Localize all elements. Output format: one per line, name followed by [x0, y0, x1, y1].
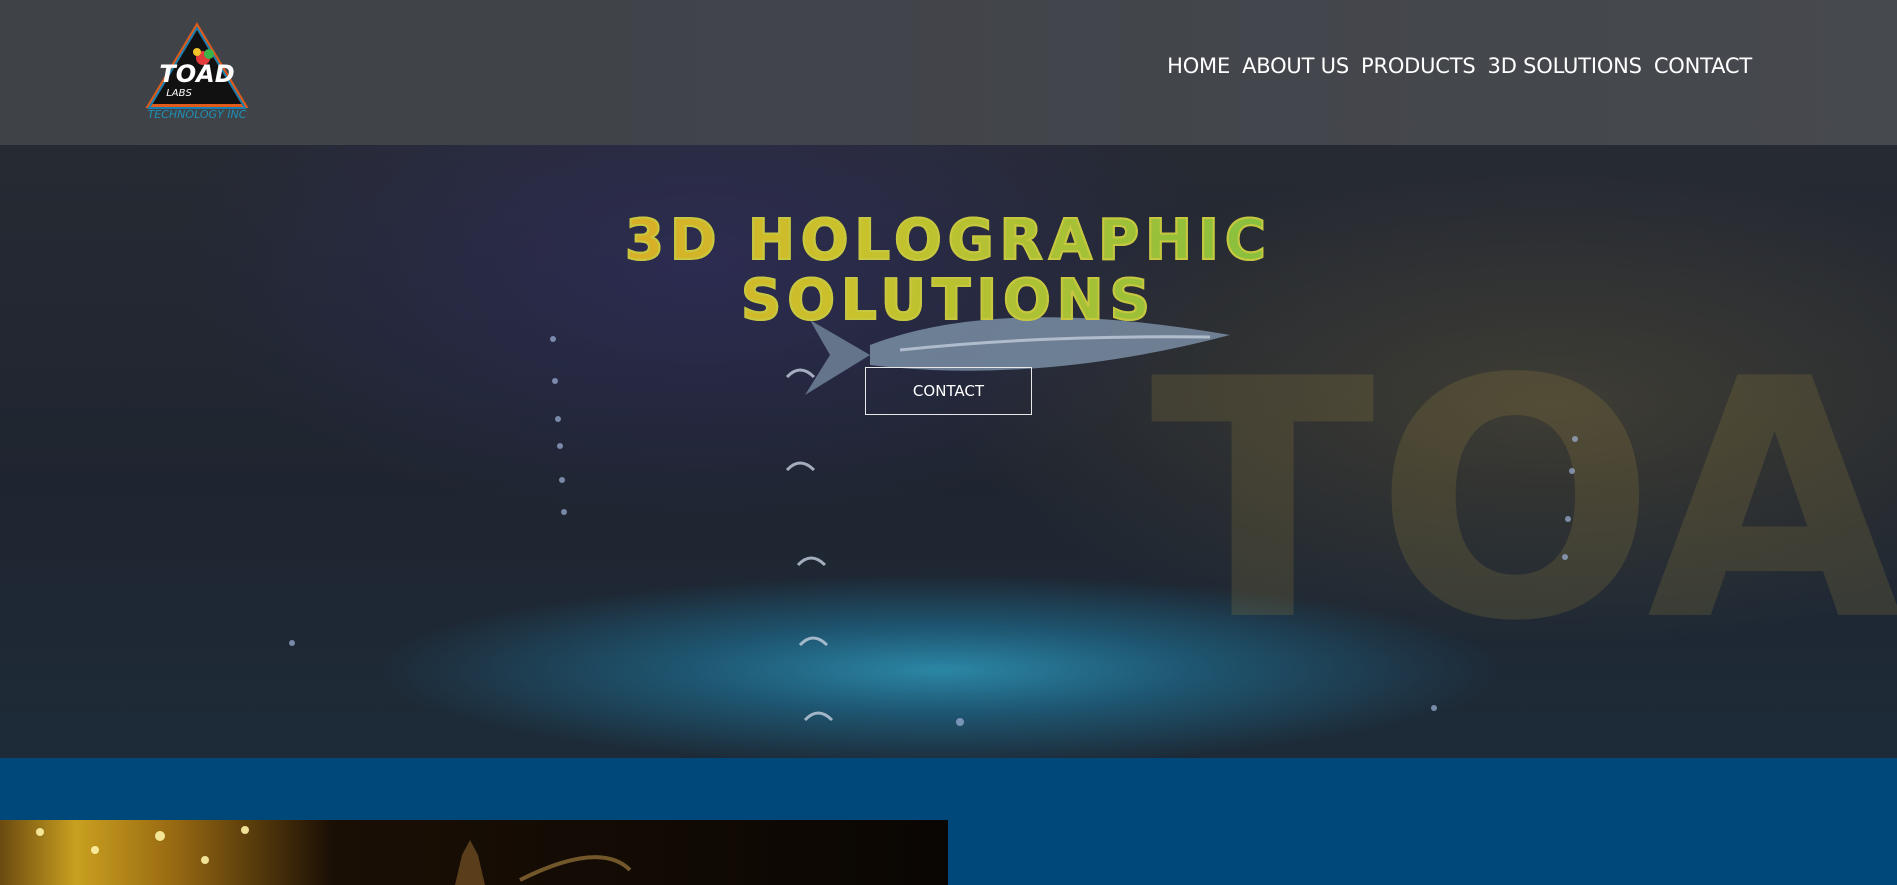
logo-sub-text: LABS: [166, 88, 192, 99]
logo-tagline-text: TECHNOLOGY INC: [148, 108, 247, 121]
nav-contact[interactable]: CONTACT: [1648, 54, 1758, 78]
hologram-bubbles: [785, 368, 834, 722]
nav-3d-solutions[interactable]: 3D SOLUTIONS: [1482, 54, 1648, 78]
hero-title-line-1: 3D HOLOGRAPHIC: [0, 210, 1897, 272]
nav-about-us[interactable]: ABOUT US: [1236, 54, 1355, 78]
hero-title-line-2: SOLUTIONS: [0, 270, 1897, 332]
toad-labs-logo[interactable]: TOAD LABS TECHNOLOGY INC: [145, 22, 250, 122]
logo-brand-text: TOAD: [159, 60, 234, 88]
site-header: TOAD LABS TECHNOLOGY INC HOME ABOUT US P…: [0, 0, 1897, 145]
nav-products[interactable]: PRODUCTS: [1355, 54, 1482, 78]
hero-contact-button[interactable]: CONTACT: [865, 367, 1032, 415]
hero-section: TOAD: [0, 145, 1897, 758]
main-nav: HOME ABOUT US PRODUCTS 3D SOLUTIONS CONT…: [1161, 54, 1758, 78]
ornament-photo-art: [36, 826, 632, 885]
hero-watermark-text: TOAD: [1150, 309, 1897, 693]
ornament-photo: [0, 820, 948, 885]
nav-home[interactable]: HOME: [1161, 54, 1236, 78]
